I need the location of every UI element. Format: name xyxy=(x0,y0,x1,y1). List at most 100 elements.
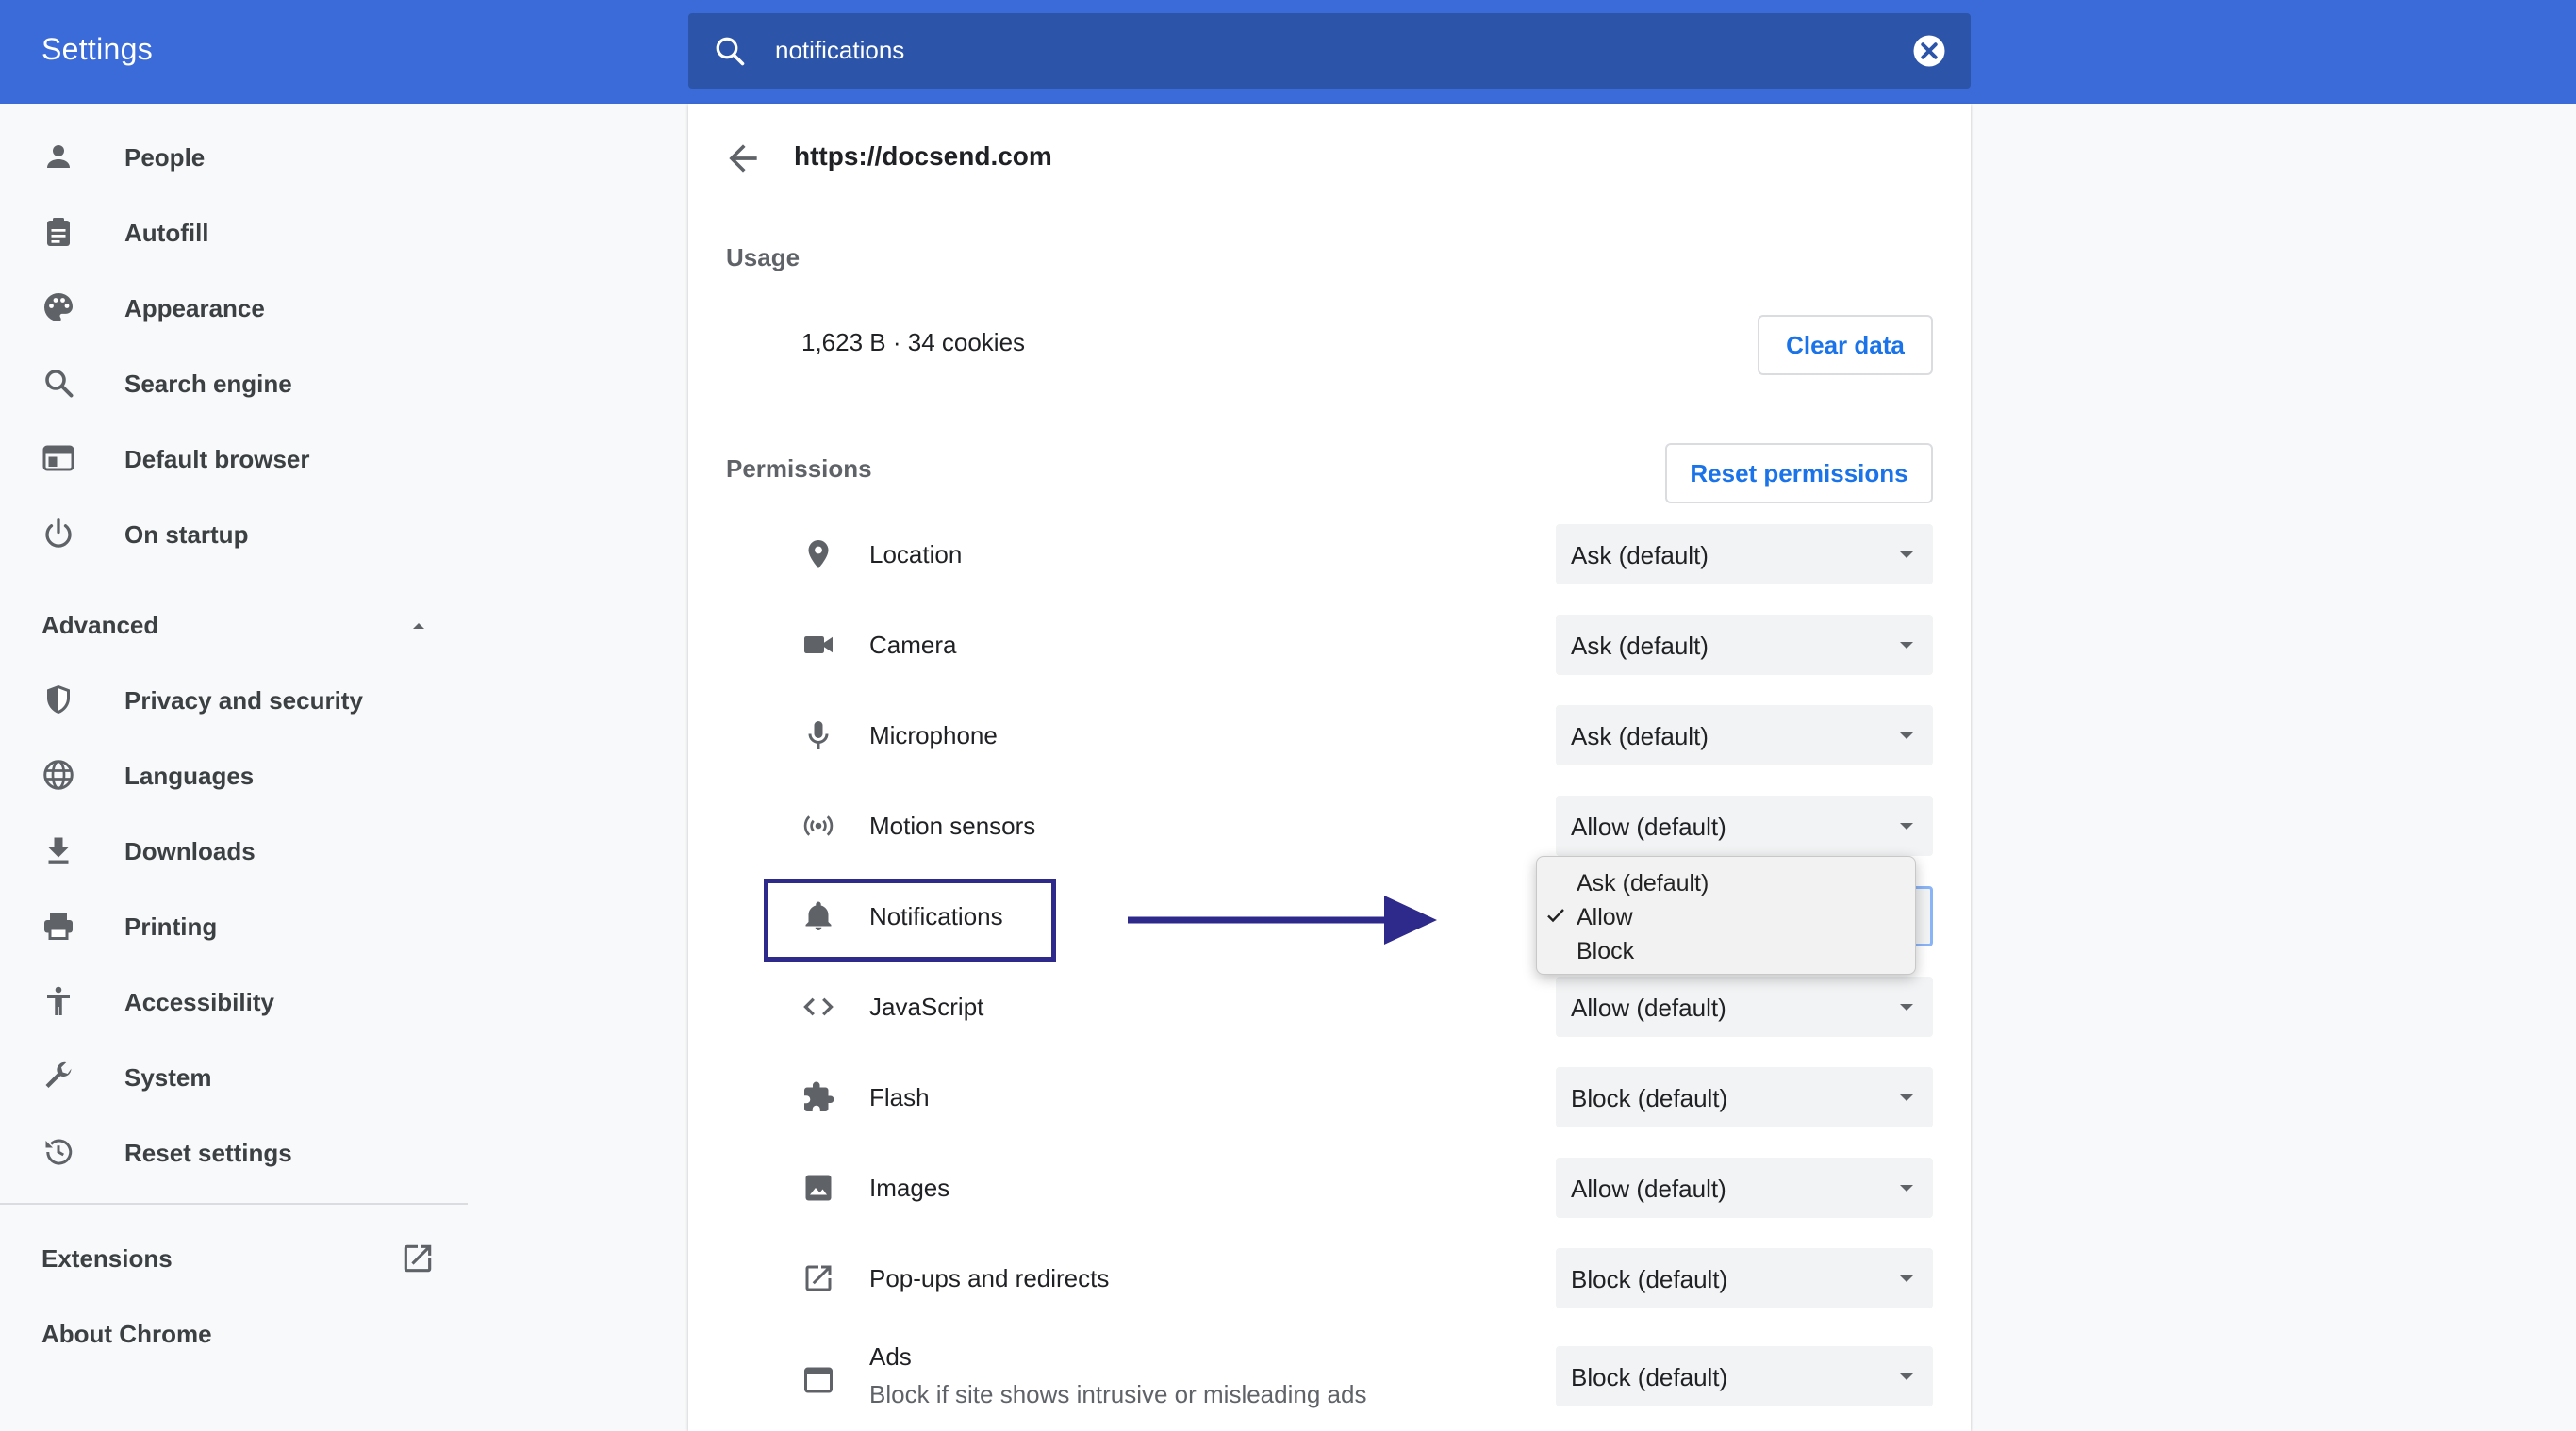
permission-row-flash: Flash Block (default) xyxy=(688,1052,1971,1143)
sidebar-item-label: Privacy and security xyxy=(124,686,363,715)
permission-row-camera: Camera Ask (default) xyxy=(688,600,1971,690)
select-value: Ask (default) xyxy=(1571,632,1709,660)
reset-permissions-button[interactable]: Reset permissions xyxy=(1665,443,1933,503)
sidebar-item-extensions[interactable]: Extensions xyxy=(0,1220,471,1295)
caret-up-icon xyxy=(413,623,424,629)
search-input[interactable]: notifications xyxy=(775,36,904,65)
sidebar-item-people[interactable]: People xyxy=(0,119,471,194)
permission-label: Location xyxy=(869,540,963,568)
permission-row-ads: Ads Block if site shows intrusive or mis… xyxy=(688,1324,1971,1429)
sidebar-item-languages[interactable]: Languages xyxy=(0,737,471,813)
clipboard-icon xyxy=(47,218,70,246)
sidebar-item-on-startup[interactable]: On startup xyxy=(0,496,471,571)
accessibility-icon xyxy=(47,986,70,1015)
sidebar-item-privacy[interactable]: Privacy and security xyxy=(0,662,471,737)
app-title: Settings xyxy=(41,32,154,66)
sidebar-item-label: Search engine xyxy=(124,370,292,398)
permission-label: Camera xyxy=(869,631,957,659)
dropdown-arrow-icon xyxy=(1900,551,1913,558)
search-field[interactable]: notifications xyxy=(688,13,1971,89)
sidebar-item-label: Appearance xyxy=(124,294,265,322)
dropdown-option-ask[interactable]: Ask (default) xyxy=(1537,866,1915,900)
permission-row-popups: Pop-ups and redirects Block (default) xyxy=(688,1233,1971,1324)
option-label: Allow xyxy=(1577,904,1633,930)
top-bar: Settings notifications xyxy=(0,0,2576,104)
dropdown-arrow-icon xyxy=(1900,823,1913,830)
dropdown-arrow-icon xyxy=(1900,732,1913,739)
wrench-icon xyxy=(45,1061,72,1088)
location-permission-select[interactable]: Ask (default) xyxy=(1556,524,1933,584)
dropdown-option-allow[interactable]: Allow xyxy=(1537,900,1915,934)
popups-permission-select[interactable]: Block (default) xyxy=(1556,1248,1933,1308)
dropdown-arrow-icon xyxy=(1900,1373,1913,1380)
puzzle-icon xyxy=(804,1081,834,1111)
image-icon xyxy=(805,1175,832,1201)
microphone-icon xyxy=(808,721,829,749)
permission-label: Pop-ups and redirects xyxy=(869,1264,1110,1292)
sidebar-divider xyxy=(0,1203,468,1205)
palette-icon xyxy=(44,293,73,321)
select-value: Ask (default) xyxy=(1571,541,1709,569)
usage-value: 1,623 B · 34 cookies xyxy=(801,328,1026,356)
advanced-section-toggle[interactable]: Advanced xyxy=(0,586,471,662)
permission-label: Ads xyxy=(869,1342,912,1371)
flash-permission-select[interactable]: Block (default) xyxy=(1556,1067,1933,1127)
sidebar-item-printing[interactable]: Printing xyxy=(0,888,471,963)
sidebar-item-label: On startup xyxy=(124,520,249,549)
notifications-highlight-box xyxy=(764,879,1056,962)
select-value: Ask (default) xyxy=(1571,722,1709,750)
permission-label: JavaScript xyxy=(869,993,984,1021)
camera-icon xyxy=(804,636,833,653)
sidebar-item-default-browser[interactable]: Default browser xyxy=(0,420,471,496)
site-details-card: https://docsend.com Usage 1,623 B · 34 c… xyxy=(688,104,1971,1431)
sidebar-item-appearance[interactable]: Appearance xyxy=(0,270,471,345)
sensors-icon xyxy=(803,815,834,836)
sidebar-item-search-engine[interactable]: Search engine xyxy=(0,345,471,420)
back-arrow-icon[interactable] xyxy=(722,138,764,179)
shield-icon xyxy=(47,685,70,714)
advanced-label: Advanced xyxy=(41,611,159,639)
dropdown-arrow-icon xyxy=(1900,642,1913,649)
download-icon xyxy=(48,837,69,864)
sidebar-item-label: Downloads xyxy=(124,837,256,865)
sidebar-item-label: Reset settings xyxy=(124,1139,292,1167)
sidebar-item-label: Extensions xyxy=(41,1244,173,1273)
camera-permission-select[interactable]: Ask (default) xyxy=(1556,615,1933,675)
select-value: Block (default) xyxy=(1571,1363,1728,1391)
dropdown-option-block[interactable]: Block xyxy=(1537,934,1915,968)
browser-icon xyxy=(42,445,74,471)
sidebar-item-accessibility[interactable]: Accessibility xyxy=(0,963,471,1039)
history-icon xyxy=(45,1139,73,1165)
permission-row-javascript: JavaScript Allow (default) xyxy=(688,962,1971,1052)
permission-sublabel: Block if site shows intrusive or mislead… xyxy=(869,1380,1367,1408)
select-value: Block (default) xyxy=(1571,1265,1728,1293)
sidebar-item-system[interactable]: System xyxy=(0,1039,471,1114)
permission-label: Flash xyxy=(869,1083,930,1111)
sidebar-item-about-chrome[interactable]: About Chrome xyxy=(0,1295,471,1371)
javascript-permission-select[interactable]: Allow (default) xyxy=(1556,977,1933,1037)
sidebar-item-downloads[interactable]: Downloads xyxy=(0,813,471,888)
printer-icon xyxy=(44,913,73,940)
permission-label: Images xyxy=(869,1174,950,1202)
select-value: Allow (default) xyxy=(1571,813,1726,841)
option-label: Block xyxy=(1577,938,1635,964)
permission-label: Motion sensors xyxy=(869,812,1036,840)
sidebar-item-autofill[interactable]: Autofill xyxy=(0,194,471,270)
sidebar-item-label: Languages xyxy=(124,762,255,790)
sidebar-item-label: Printing xyxy=(124,913,218,941)
sidebar-item-label: System xyxy=(124,1063,212,1092)
ads-permission-select[interactable]: Block (default) xyxy=(1556,1346,1933,1406)
permission-row-location: Location Ask (default) xyxy=(688,509,1971,600)
images-permission-select[interactable]: Allow (default) xyxy=(1556,1158,1933,1218)
search-icon xyxy=(45,370,74,398)
sidebar-item-reset-settings[interactable]: Reset settings xyxy=(0,1114,471,1190)
permissions-section-title: Permissions xyxy=(726,454,872,483)
clear-icon[interactable] xyxy=(1912,34,1946,68)
dropdown-arrow-icon xyxy=(1900,1094,1913,1101)
person-icon xyxy=(47,145,70,168)
clear-data-button[interactable]: Clear data xyxy=(1758,315,1933,375)
search-icon xyxy=(716,37,745,66)
microphone-permission-select[interactable]: Ask (default) xyxy=(1556,705,1933,765)
motion-sensors-permission-select[interactable]: Allow (default) xyxy=(1556,796,1933,856)
globe-icon xyxy=(43,760,74,790)
